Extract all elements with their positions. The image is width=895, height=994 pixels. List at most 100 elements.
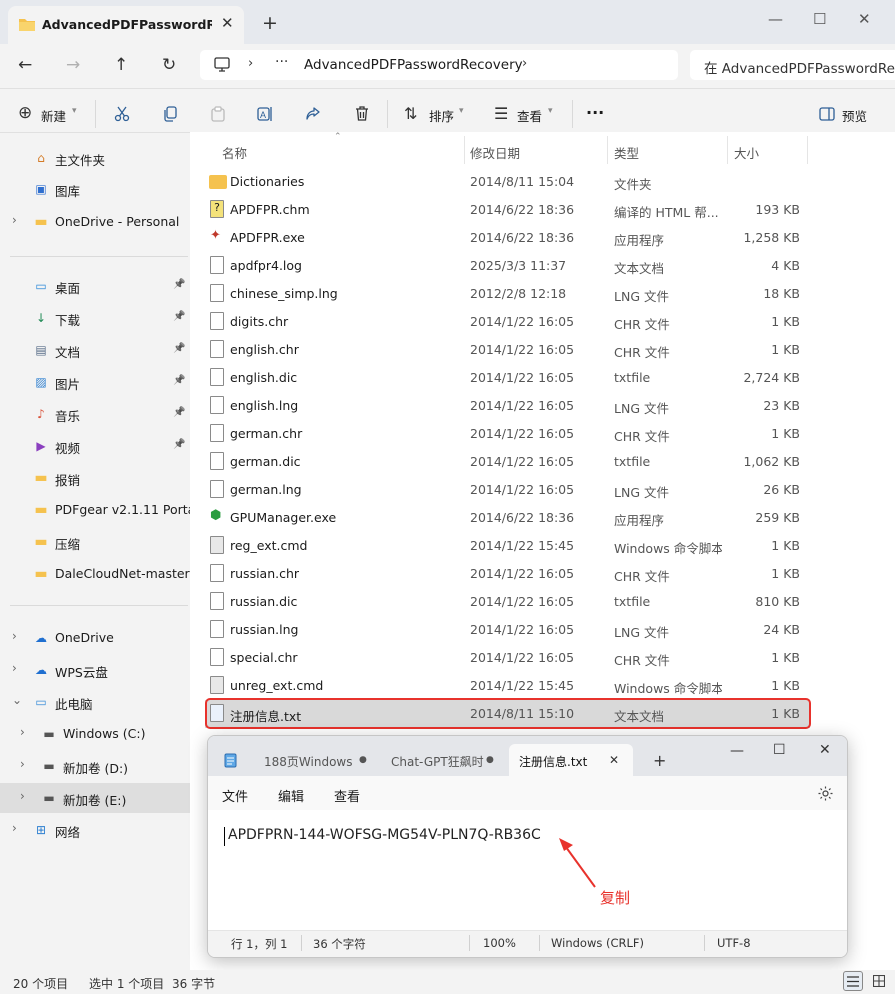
file-row[interactable]: ⬢ GPUManager.exe 2014/6/22 18:36 应用程序 259 KB xyxy=(205,504,810,532)
monitor-icon[interactable] xyxy=(214,57,230,72)
paste-icon[interactable] xyxy=(210,106,226,122)
column-separator[interactable] xyxy=(727,136,728,164)
minimize-button[interactable]: — xyxy=(730,743,744,759)
column-header-type[interactable]: 类型 xyxy=(614,143,639,162)
sidebar-item[interactable]: ⌂ 主文件夹 xyxy=(0,143,190,173)
notepad-tab[interactable]: Chat-GPT狂飙时 ● xyxy=(383,744,506,776)
pin-icon[interactable]: 📌 xyxy=(173,279,185,290)
pin-icon[interactable]: 📌 xyxy=(173,375,185,386)
preview-pane-icon[interactable] xyxy=(819,107,835,121)
column-separator[interactable] xyxy=(464,136,465,164)
explorer-tab[interactable]: AdvancedPDFPasswordRecove ✕ xyxy=(8,6,244,44)
sidebar-item[interactable]: ⌄ ▭ 此电脑 xyxy=(0,687,190,717)
pin-icon[interactable]: 📌 xyxy=(173,311,185,322)
back-arrow-icon[interactable]: ← xyxy=(18,55,32,75)
editor-content[interactable]: APDFPRN-144-WOFSG-MG54V-PLN7Q-RB36C xyxy=(228,827,541,843)
rename-icon[interactable]: A xyxy=(257,106,274,122)
sidebar-item[interactable]: ▶ 视频 📌 xyxy=(0,431,190,461)
sidebar-item[interactable]: ▬ 压缩 xyxy=(0,527,190,557)
share-icon[interactable] xyxy=(305,106,321,122)
sidebar-item[interactable]: ▤ 文档 📌 xyxy=(0,335,190,365)
menu-file[interactable]: 文件 xyxy=(222,786,248,805)
more-options-button[interactable]: ··· xyxy=(586,103,604,122)
sidebar-item[interactable]: ▬ DaleCloudNet-master xyxy=(0,559,190,589)
notepad-tab-active[interactable]: 注册信息.txt ✕ xyxy=(509,744,633,776)
chevron-right-icon[interactable]: › xyxy=(12,821,17,835)
chevron-right-icon[interactable]: › xyxy=(12,629,17,643)
refresh-icon[interactable]: ↻ xyxy=(162,55,176,75)
chevron-down-icon[interactable]: ▾ xyxy=(459,106,464,116)
chevron-right-icon[interactable]: › xyxy=(248,56,253,71)
column-header-date[interactable]: 修改日期 xyxy=(470,143,520,162)
file-row[interactable]: russian.lng 2014/1/22 16:05 LNG 文件 24 KB xyxy=(205,616,810,644)
chevron-right-icon[interactable]: › xyxy=(522,56,527,71)
menu-view[interactable]: 查看 xyxy=(334,786,360,805)
minimize-button[interactable]: — xyxy=(768,10,783,28)
sidebar-item[interactable]: › ⊞ 网络 xyxy=(0,815,190,845)
new-tab-button[interactable]: + xyxy=(262,12,278,34)
breadcrumb[interactable]: AdvancedPDFPasswordRecovery xyxy=(304,57,523,73)
sidebar-item[interactable]: › ▬ OneDrive - Personal xyxy=(0,207,190,237)
sidebar-item[interactable]: › ▬ 新加卷 (E:) xyxy=(0,783,190,813)
chevron-down-icon[interactable]: ⌄ xyxy=(12,693,22,707)
file-row[interactable]: ✦ APDFPR.exe 2014/6/22 18:36 应用程序 1,258 KB xyxy=(205,224,810,252)
file-row[interactable]: russian.chr 2014/1/22 16:05 CHR 文件 1 KB xyxy=(205,560,810,588)
file-row[interactable]: english.lng 2014/1/22 16:05 LNG 文件 23 KB xyxy=(205,392,810,420)
file-row[interactable]: english.chr 2014/1/22 16:05 CHR 文件 1 KB xyxy=(205,336,810,364)
close-window-button[interactable]: ✕ xyxy=(858,10,871,28)
view-button[interactable]: 查看 xyxy=(517,106,542,125)
file-row[interactable]: apdfpr4.log 2025/3/3 11:37 文本文档 4 KB xyxy=(205,252,810,280)
pin-icon[interactable]: 📌 xyxy=(173,343,185,354)
breadcrumb-more[interactable]: ··· xyxy=(275,54,288,70)
plus-circle-icon[interactable]: ⊕ xyxy=(18,103,32,123)
sidebar-item[interactable]: ▭ 桌面 📌 xyxy=(0,271,190,301)
sidebar-item[interactable]: › ☁ OneDrive xyxy=(0,623,190,653)
sidebar-item[interactable]: ▣ 图库 xyxy=(0,174,190,204)
sidebar-item[interactable]: › ▬ 新加卷 (D:) xyxy=(0,751,190,781)
sort-icon[interactable]: ⇅ xyxy=(404,104,417,123)
sort-button[interactable]: 排序 xyxy=(429,106,454,125)
search-input[interactable]: 在 AdvancedPDFPasswordRecov xyxy=(704,57,895,77)
settings-gear-icon[interactable] xyxy=(817,785,834,802)
tab-close-button[interactable]: ✕ xyxy=(609,753,619,767)
sidebar-item[interactable]: ↓ 下载 📌 xyxy=(0,303,190,333)
file-row[interactable]: english.dic 2014/1/22 16:05 txtfile 2,724 K… xyxy=(205,364,810,392)
sidebar-item[interactable]: › ☁ WPS云盘 xyxy=(0,655,190,685)
column-header-size[interactable]: 大小 xyxy=(734,143,759,162)
sidebar-item[interactable]: ♪ 音乐 📌 xyxy=(0,399,190,429)
chevron-right-icon[interactable]: › xyxy=(20,725,25,739)
forward-arrow-icon[interactable]: → xyxy=(66,55,80,75)
sidebar-item[interactable]: › ▬ Windows (C:) xyxy=(0,719,190,749)
file-row[interactable]: Dictionaries 2014/8/11 15:04 文件夹 xyxy=(205,168,810,196)
copy-icon[interactable] xyxy=(162,106,178,122)
chevron-right-icon[interactable]: › xyxy=(12,213,17,227)
file-row[interactable]: german.chr 2014/1/22 16:05 CHR 文件 1 KB xyxy=(205,420,810,448)
file-row[interactable]: chinese_simp.lng 2012/2/8 12:18 LNG 文件 18 K… xyxy=(205,280,810,308)
sidebar-item[interactable]: ▬ PDFgear v2.1.11 Portab xyxy=(0,495,203,525)
column-header-name[interactable]: 名称 xyxy=(222,143,247,162)
chevron-right-icon[interactable]: › xyxy=(20,757,25,771)
maximize-button[interactable]: ☐ xyxy=(813,10,826,28)
new-tab-button[interactable]: + xyxy=(653,751,666,770)
tab-close-button[interactable]: ✕ xyxy=(221,14,234,32)
cut-icon[interactable] xyxy=(114,106,130,122)
pin-icon[interactable]: 📌 xyxy=(173,439,185,450)
chevron-right-icon[interactable]: › xyxy=(20,789,25,803)
chevron-down-icon[interactable]: ▾ xyxy=(72,106,77,116)
file-row[interactable]: german.dic 2014/1/22 16:05 txtfile 1,062 KB xyxy=(205,448,810,476)
column-separator[interactable] xyxy=(807,136,808,164)
file-row[interactable]: ? APDFPR.chm 2014/6/22 18:36 编译的 HTML 帮... 1… xyxy=(205,196,810,224)
menu-edit[interactable]: 编辑 xyxy=(278,786,304,805)
preview-button[interactable]: 预览 xyxy=(842,106,867,125)
file-row[interactable]: digits.chr 2014/1/22 16:05 CHR 文件 1 KB xyxy=(205,308,810,336)
column-separator[interactable] xyxy=(607,136,608,164)
close-window-button[interactable]: ✕ xyxy=(819,742,831,758)
sidebar-item[interactable]: ▬ 报销 xyxy=(0,463,190,493)
chevron-down-icon[interactable]: ▾ xyxy=(548,106,553,116)
pin-icon[interactable]: 📌 xyxy=(173,407,185,418)
tiles-view-icon[interactable] xyxy=(873,975,885,987)
sidebar-item[interactable]: ▨ 图片 📌 xyxy=(0,367,190,397)
notepad-tab[interactable]: 188页Windows ● xyxy=(256,744,381,776)
file-row[interactable]: german.lng 2014/1/22 16:05 LNG 文件 26 KB xyxy=(205,476,810,504)
file-row[interactable]: special.chr 2014/1/22 16:05 CHR 文件 1 KB xyxy=(205,644,810,672)
